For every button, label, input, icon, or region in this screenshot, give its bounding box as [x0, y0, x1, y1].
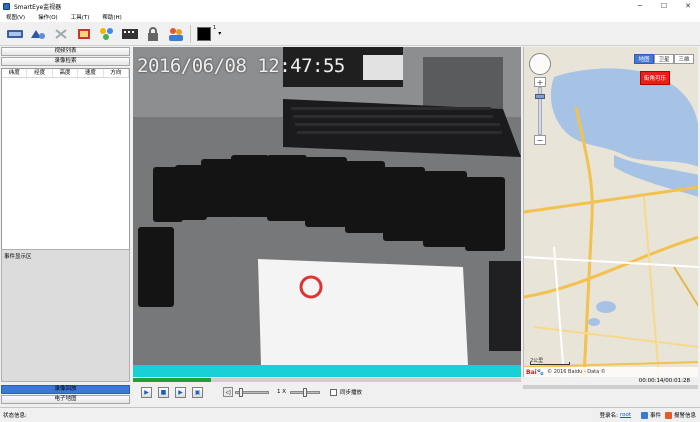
app-icon — [3, 2, 10, 10]
playback-progress-fill — [133, 378, 211, 382]
maximize-button[interactable]: ☐ — [652, 0, 676, 12]
playback-controls: ▶ ■ ▶ ▣ ◁ 1 X 同步播放 — [133, 384, 523, 400]
disconnect-icon[interactable] — [50, 24, 72, 44]
menu-help[interactable]: 帮助(H) — [102, 13, 121, 21]
volume-slider[interactable] — [235, 387, 269, 397]
record-icon[interactable] — [119, 24, 141, 44]
color-picker-swatch[interactable] — [197, 26, 211, 41]
menu-view[interactable]: 视图(V) — [6, 13, 25, 21]
event-label[interactable]: 事件 — [650, 411, 661, 419]
map-zoom-control: + − — [534, 77, 546, 145]
lock-icon[interactable] — [142, 24, 164, 44]
title-bar: SmartEye监视器 ─ ☐ ✕ — [0, 0, 700, 12]
column-header-direction[interactable]: 方向 — [104, 69, 130, 77]
alarm-label[interactable]: 报警信息 — [674, 411, 696, 419]
map-scale-text: 2公里 — [530, 358, 544, 364]
zoom-slider-knob[interactable] — [535, 94, 545, 99]
column-header-latitude[interactable]: 纬度 — [2, 69, 28, 77]
zoom-in-button[interactable]: + — [534, 77, 546, 87]
emap-button[interactable]: 电子地图 — [1, 395, 130, 404]
menu-tools[interactable]: 工具(T) — [71, 13, 90, 21]
menu-operate[interactable]: 操作(O) — [38, 13, 58, 21]
sync-playback-checkbox[interactable] — [330, 388, 338, 396]
toolbar-separator — [190, 24, 191, 43]
alarm-icon — [664, 411, 672, 419]
playback-time: 00:00:14/00:01:28 — [638, 378, 690, 384]
event-display-area: 事件显示区 — [1, 249, 130, 382]
status-right-group: 登录名: root 事件 报警信息 — [600, 408, 696, 422]
video-list-button[interactable]: 视频列表 — [1, 47, 130, 56]
users-icon[interactable] — [165, 24, 187, 44]
speed-slider-knob[interactable] — [303, 387, 308, 397]
snapshot-icon[interactable]: ▣ — [192, 386, 203, 398]
menu-bar: 视图(V) 操作(O) 工具(T) 帮助(H) — [0, 12, 700, 22]
map-type-3d[interactable]: 三维 — [674, 54, 694, 64]
window-title: SmartEye监视器 — [14, 3, 62, 11]
map-panel[interactable]: + − 地图 卫星 三维 街角可乐 2公里 Bai🐾 © 2016 Baidu … — [523, 47, 698, 377]
step-forward-button[interactable]: ▶ — [175, 386, 186, 398]
zoom-out-button[interactable]: − — [534, 135, 546, 145]
minimize-button[interactable]: ─ — [628, 0, 652, 12]
list-header: 纬度 经度 高度 速度 方向 — [2, 69, 130, 78]
login-label: 登录名: — [599, 413, 618, 419]
chevron-down-icon[interactable]: ▾ — [218, 30, 221, 37]
toolbar: 1 ▾ — [0, 22, 700, 46]
play-button[interactable]: ▶ — [141, 386, 152, 398]
color-index-label: 1 — [213, 25, 217, 31]
username-link[interactable]: root — [620, 412, 631, 418]
volume-slider-knob[interactable] — [239, 387, 243, 397]
connect-icon[interactable] — [27, 24, 49, 44]
group-icon[interactable] — [96, 24, 118, 44]
map-pan-control[interactable] — [529, 53, 551, 75]
speed-label: 1 X — [277, 389, 287, 395]
column-header-speed[interactable]: 速度 — [78, 69, 104, 77]
zoom-slider[interactable] — [535, 87, 545, 135]
video-status-strip — [133, 365, 521, 377]
event-area-title: 事件显示区 — [4, 254, 32, 260]
status-info-label: 状态信息: — [3, 413, 27, 419]
baidu-logo: Bai🐾 — [526, 368, 545, 376]
map-location-marker[interactable]: 街角可乐 — [640, 71, 670, 85]
map-type-map[interactable]: 地图 — [634, 54, 654, 64]
sync-playback-label: 同步播放 — [340, 390, 363, 396]
video-frame — [133, 47, 521, 365]
column-header-longitude[interactable]: 经度 — [27, 69, 53, 77]
map-canvas — [524, 47, 698, 377]
left-panel: 视频列表 录像检索 纬度 经度 高度 速度 方向 事件显示区 录像回放 电子地图 — [0, 46, 131, 408]
record-playback-button[interactable]: 录像回放 — [1, 385, 130, 394]
map-type-switch: 地图 卫星 三维 — [634, 54, 694, 64]
volume-icon[interactable]: ◁ — [223, 387, 233, 397]
video-player[interactable]: 2016/06/08 12:47:55 — [133, 47, 521, 365]
map-footer: Bai🐾 © 2016 Baidu - Data © — [524, 367, 698, 377]
status-bar: 状态信息: 登录名: root 事件 报警信息 — [0, 407, 700, 422]
column-header-altitude[interactable]: 高度 — [53, 69, 79, 77]
video-timestamp: 2016/06/08 12:47:55 — [137, 55, 345, 77]
event-icon — [640, 411, 648, 419]
playback-progress-track-right — [523, 385, 698, 389]
playback-progress[interactable] — [133, 378, 521, 382]
close-button[interactable]: ✕ — [676, 0, 700, 12]
settings-icon[interactable] — [73, 24, 95, 44]
map-type-satellite[interactable]: 卫星 — [654, 54, 674, 64]
stop-button[interactable]: ■ — [158, 386, 169, 398]
device-icon[interactable] — [4, 24, 26, 44]
map-copyright: © 2016 Baidu - Data © — [547, 369, 606, 375]
record-search-button[interactable]: 录像检索 — [1, 57, 130, 66]
window-controls: ─ ☐ ✕ — [628, 0, 700, 12]
speed-slider[interactable] — [290, 387, 321, 397]
